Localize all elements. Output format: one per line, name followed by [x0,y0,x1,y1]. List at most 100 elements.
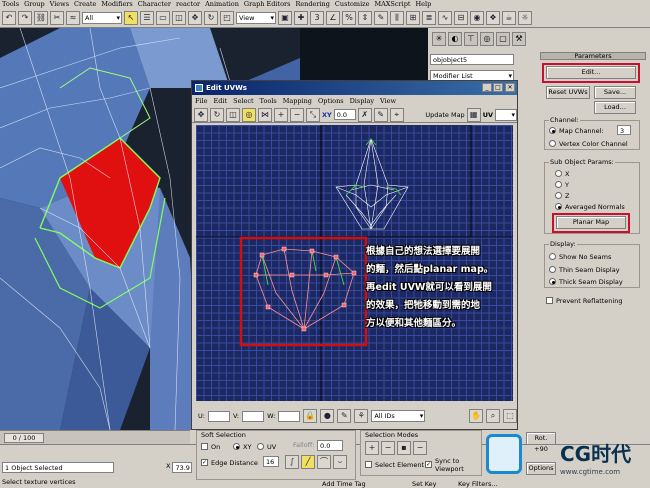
uvw-xy-label[interactable]: XY [322,111,332,119]
undo-icon[interactable]: ↶ [2,10,16,25]
menu-group[interactable]: Group [24,0,45,8]
texture-dropdown[interactable] [495,108,517,121]
quick-render-icon[interactable]: ☼ [518,10,532,25]
axis-x-radio[interactable]: X [555,168,569,179]
render-icon[interactable]: ☕ [502,10,516,25]
uvw-menu-display[interactable]: Display [350,97,374,105]
face-mode-minus-icon[interactable]: − [413,441,427,455]
show-no-seams-radio[interactable]: Show No Seams [549,251,611,262]
soft-uv-dot[interactable] [257,443,264,450]
falloff-linear-icon[interactable]: ╱ [301,455,315,469]
uvw-menu-mapping[interactable]: Mapping [283,97,312,105]
select-by-name-icon[interactable]: ☰ [140,10,154,25]
menu-reactor[interactable]: reactor [176,0,200,8]
maximize-icon[interactable]: □ [493,83,503,92]
percent-snap-icon[interactable]: % [342,10,356,25]
uvw-break-icon[interactable]: ✗ [357,107,372,122]
uvw-menu-view[interactable]: View [380,97,396,105]
time-slider-thumb[interactable]: 0 / 100 [4,433,44,443]
prevent-reflattening-box[interactable] [546,297,553,304]
uvw-edit-grid[interactable]: 根據自己的想法選擇要展開 的麵，然后點planar map。 再edit UVW… [196,125,513,401]
uvw-spin-field[interactable]: 0.0 [333,109,356,120]
display-tab-icon[interactable]: ▢ [496,32,510,46]
uvw-rotate-icon[interactable]: ↻ [210,107,224,122]
sync-viewport-checkbox[interactable]: ✓ Sync to Viewport [425,457,481,473]
zoom-icon[interactable]: ⌕ [486,409,500,423]
uvw-target-weld-icon[interactable]: ⌖ [389,107,404,122]
set-key-label[interactable]: Set Key [412,480,437,488]
uvw-menu-options[interactable]: Options [318,97,344,105]
link-icon[interactable]: ⛓ [34,10,48,25]
edge-mode-icon[interactable]: − [381,441,395,455]
menu-graph-editors[interactable]: Graph Editors [244,0,291,8]
uvw-contract-icon[interactable]: − [290,107,304,122]
modify-tab-icon[interactable]: ◐ [448,32,462,46]
x-coord-field[interactable]: 73.9 [172,462,193,473]
axis-z-radio[interactable]: Z [555,190,569,201]
rotate-icon[interactable]: ↻ [204,10,218,25]
minimize-icon[interactable]: _ [482,83,492,92]
edge-distance-checkbox[interactable]: ✓ Edge Distance [201,457,258,468]
layer-icon[interactable]: ≣ [422,10,436,25]
select-icon[interactable]: ↖ [124,10,138,25]
add-time-tag[interactable]: Add Time Tag [322,480,366,488]
close-icon[interactable]: ✕ [505,83,515,92]
motion-tab-icon[interactable]: ◎ [480,32,494,46]
bind-icon[interactable]: ≈ [66,10,80,25]
show-map-icon[interactable]: ▦ [466,107,481,122]
unlink-icon[interactable]: ✂ [50,10,64,25]
thin-seam-radio[interactable]: Thin Seam Display [549,264,620,275]
soft-on-checkbox[interactable]: On [201,441,220,452]
parameters-rollout-title[interactable]: Parameters [540,52,646,60]
uvw-mirror-icon[interactable]: ⋈ [258,107,272,122]
select-element-checkbox[interactable]: Select Element [365,459,424,470]
redo-icon[interactable]: ↷ [18,10,32,25]
window-crossing-icon[interactable]: ◫ [172,10,186,25]
uvw-menu-tools[interactable]: Tools [260,97,277,105]
update-map-button[interactable]: Update Map [425,111,464,119]
ids-dropdown[interactable]: All IDs [371,410,426,422]
edit-uvws-titlebar[interactable]: Edit UVWs [192,81,517,95]
freeze-icon[interactable]: ✎ [337,409,352,423]
pivot-icon[interactable]: ▣ [278,10,292,25]
manipulate-icon[interactable]: ✚ [294,10,308,25]
named-selection-icon[interactable]: ✎ [374,10,388,25]
select-element-box[interactable] [365,461,372,468]
face-mode-icon[interactable]: ▪ [397,441,411,455]
axis-y-dot[interactable] [555,181,562,188]
options-button[interactable]: Options [526,462,556,475]
vertex-color-radio[interactable]: Vertex Color Channel [549,138,628,149]
soft-xy-radio[interactable]: XY [233,441,251,452]
snap-icon[interactable]: 3 [310,10,324,25]
mirror-icon[interactable]: ⫼ [390,10,404,25]
save-button[interactable]: Save... [594,86,636,99]
menu-create[interactable]: Create [74,0,96,8]
uvw-move-icon[interactable]: ✥ [194,107,208,122]
edge-distance-field[interactable]: 16 [263,456,279,467]
vertex-color-radio-dot[interactable] [549,140,556,147]
lock-icon[interactable]: 🔒 [303,409,318,423]
soft-on-box[interactable] [201,443,208,450]
vertex-mode-icon[interactable]: + [365,441,379,455]
curve-editor-icon[interactable]: ∿ [438,10,452,25]
menu-rendering[interactable]: Rendering [295,0,329,8]
uv-dropdown[interactable]: UV [483,111,493,119]
sync-viewport-box[interactable]: ✓ [425,461,432,468]
uvw-expand-icon[interactable]: + [274,107,288,122]
uvw-transform-icon[interactable]: ⤡ [306,107,320,122]
uvw-freeform-icon[interactable]: ◎ [242,107,256,122]
zoom-region-icon[interactable]: ⬚ [503,409,517,423]
utilities-tab-icon[interactable]: ⚒ [512,32,526,46]
map-channel-radio[interactable]: Map Channel: [549,125,604,136]
w-field[interactable] [278,410,301,422]
menu-maxscript[interactable]: MAXScript [374,0,410,8]
uvw-menu-file[interactable]: File [195,97,208,105]
axis-z-dot[interactable] [555,192,562,199]
selection-filter-dropdown[interactable]: All [82,11,122,24]
object-name-field[interactable]: objobject5 [430,54,514,65]
uvw-menu-select[interactable]: Select [233,97,253,105]
show-no-seams-dot[interactable] [549,253,556,260]
falloff-smooth-icon[interactable]: ∫ [285,455,299,469]
render-setup-icon[interactable]: ❖ [486,10,500,25]
menu-views[interactable]: Views [50,0,69,8]
